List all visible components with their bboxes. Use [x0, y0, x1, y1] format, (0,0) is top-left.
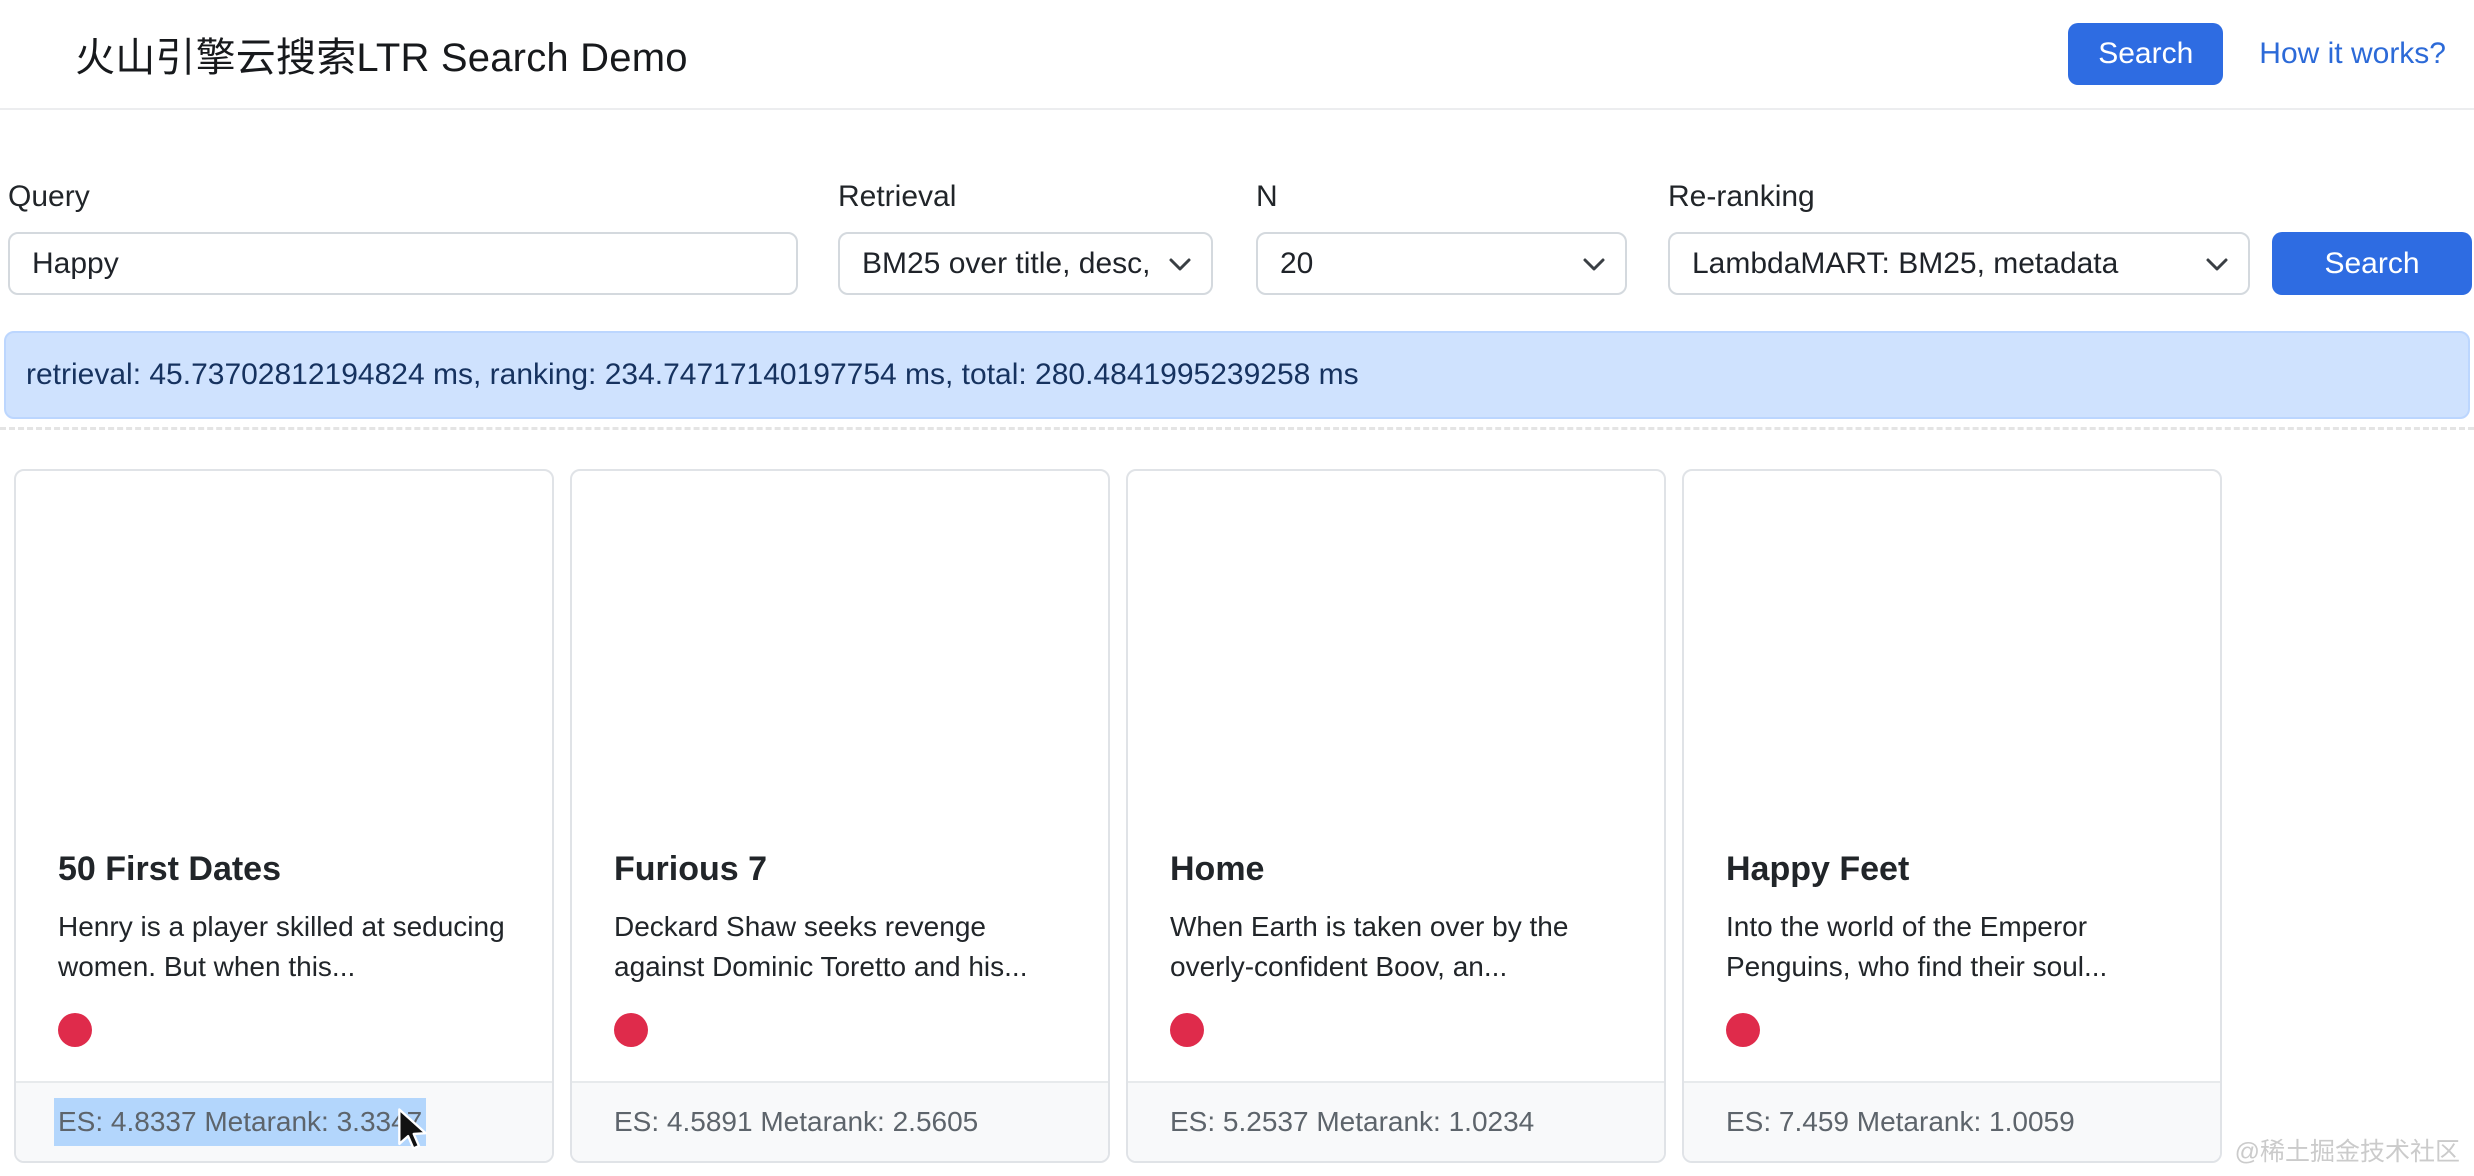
card-body: Home When Earth is taken over by the ove… — [1128, 847, 1664, 1047]
n-field-group: N 20 — [1256, 180, 1627, 295]
score-text: ES: 7.459 Metarank: 1.0059 — [1726, 1106, 2075, 1138]
rating-dot — [1170, 1013, 1204, 1047]
rating-dot — [1726, 1013, 1760, 1047]
n-selected-value: 20 — [1280, 247, 1563, 281]
retrieval-selected-value: BM25 over title, desc, ta — [862, 247, 1149, 281]
chevron-down-icon — [1581, 251, 1607, 277]
watermark: @稀土掘金技术社区 — [2235, 1132, 2460, 1168]
poster-image-placeholder — [1128, 471, 1664, 847]
header-actions: Search How it works? — [2068, 0, 2446, 108]
rating-dot — [58, 1013, 92, 1047]
card-body: 50 First Dates Henry is a player skilled… — [16, 847, 552, 1047]
query-input[interactable] — [32, 247, 774, 281]
retrieval-field-group: Retrieval BM25 over title, desc, ta — [838, 180, 1213, 295]
mouse-cursor-icon — [396, 1108, 432, 1152]
rating-dot — [614, 1013, 648, 1047]
timing-alert: retrieval: 45.73702812194824 ms, ranking… — [4, 331, 2470, 419]
result-card: Home When Earth is taken over by the ove… — [1126, 469, 1666, 1163]
movie-title: Home — [1170, 847, 1622, 891]
how-it-works-link[interactable]: How it works? — [2259, 37, 2446, 71]
card-footer: ES: 5.2537 Metarank: 1.0234 — [1128, 1081, 1664, 1161]
query-input-wrap — [8, 232, 798, 295]
poster-image-placeholder — [1684, 471, 2220, 847]
movie-description: Deckard Shaw seeks revenge against Domin… — [614, 907, 1066, 987]
search-button[interactable]: Search — [2272, 232, 2472, 295]
header: 火山引擎云搜索LTR Search Demo Search How it wor… — [0, 0, 2474, 110]
reranking-select[interactable]: LambdaMART: BM25, metadata — [1668, 232, 2250, 295]
score-text: ES: 5.2537 Metarank: 1.0234 — [1170, 1106, 1534, 1138]
reranking-selected-value: LambdaMART: BM25, metadata — [1692, 247, 2186, 281]
page: 火山引擎云搜索LTR Search Demo Search How it wor… — [0, 0, 2474, 1176]
reranking-label: Re-ranking — [1668, 180, 2250, 218]
retrieval-select[interactable]: BM25 over title, desc, ta — [838, 232, 1213, 295]
score-text: ES: 4.5891 Metarank: 2.5605 — [614, 1106, 978, 1138]
section-divider — [0, 427, 2474, 430]
search-form: Query Retrieval BM25 over title, desc, t… — [0, 180, 2474, 300]
results-grid: 50 First Dates Henry is a player skilled… — [14, 469, 2222, 1163]
page-title: 火山引擎云搜索LTR Search Demo — [75, 25, 688, 83]
score-text: ES: 4.8337 Metarank: 3.3347 — [54, 1098, 426, 1146]
header-search-button[interactable]: Search — [2068, 23, 2223, 85]
result-card: Furious 7 Deckard Shaw seeks revenge aga… — [570, 469, 1110, 1163]
chevron-down-icon — [2204, 251, 2230, 277]
card-footer: ES: 4.5891 Metarank: 2.5605 — [572, 1081, 1108, 1161]
timing-text: retrieval: 45.73702812194824 ms, ranking… — [26, 358, 1359, 392]
card-body: Furious 7 Deckard Shaw seeks revenge aga… — [572, 847, 1108, 1047]
card-footer: ES: 7.459 Metarank: 1.0059 — [1684, 1081, 2220, 1161]
result-card: Happy Feet Into the world of the Emperor… — [1682, 469, 2222, 1163]
chevron-down-icon — [1167, 251, 1193, 277]
movie-title: Furious 7 — [614, 847, 1066, 891]
movie-description: Henry is a player skilled at seducing wo… — [58, 907, 510, 987]
query-label: Query — [8, 180, 798, 218]
movie-title: 50 First Dates — [58, 847, 510, 891]
movie-description: When Earth is taken over by the overly-c… — [1170, 907, 1622, 987]
reranking-field-group: Re-ranking LambdaMART: BM25, metadata — [1668, 180, 2250, 295]
retrieval-label: Retrieval — [838, 180, 1213, 218]
poster-image-placeholder — [572, 471, 1108, 847]
movie-description: Into the world of the Emperor Penguins, … — [1726, 907, 2178, 987]
n-label: N — [1256, 180, 1627, 218]
movie-title: Happy Feet — [1726, 847, 2178, 891]
result-card: 50 First Dates Henry is a player skilled… — [14, 469, 554, 1163]
card-footer: ES: 4.8337 Metarank: 3.3347 — [16, 1081, 552, 1161]
n-select[interactable]: 20 — [1256, 232, 1627, 295]
query-field-group: Query — [8, 180, 798, 295]
poster-image-placeholder — [16, 471, 552, 847]
card-body: Happy Feet Into the world of the Emperor… — [1684, 847, 2220, 1047]
